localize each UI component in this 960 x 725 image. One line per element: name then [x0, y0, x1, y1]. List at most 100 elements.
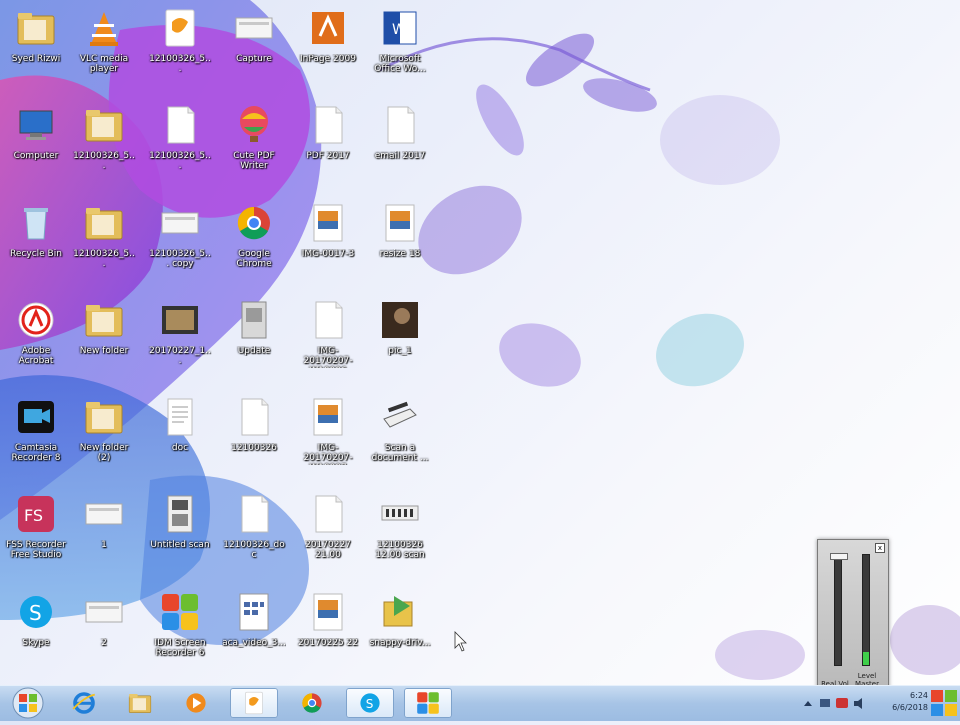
desktop-icon-label: Syed Rizwi: [11, 54, 61, 64]
desktop-icon-label: PDF 2017: [306, 151, 350, 161]
skype-icon: S: [20, 596, 52, 628]
desktop-icon[interactable]: Adobe Acrobat: [4, 296, 68, 380]
left-volume-thumb[interactable]: [830, 553, 848, 560]
ie-icon: [72, 692, 96, 714]
image-file-icon: [313, 593, 343, 631]
document-icon: [315, 301, 343, 339]
desktop-icon[interactable]: email 2017: [368, 101, 432, 185]
svg-text:S: S: [29, 601, 42, 625]
microsoft-logo-icon: [931, 690, 957, 716]
desktop-icon-label: 12100326 12.00 scan: [375, 540, 425, 560]
desktop-icon[interactable]: IDM Screen Recorder 6: [148, 588, 212, 672]
document-icon: [241, 495, 269, 533]
document-icon: [315, 106, 343, 144]
desktop-icon[interactable]: doc: [148, 393, 212, 477]
image-file-icon: [85, 601, 123, 623]
desktop-icon[interactable]: Capture: [222, 4, 286, 88]
desktop-icon-label: 2: [101, 638, 107, 648]
desktop-icon[interactable]: snappy-driv...: [368, 588, 432, 672]
desktop-icon[interactable]: Scan a document ...: [368, 393, 432, 477]
vlc-cone-icon: [90, 12, 118, 46]
desktop-icon[interactable]: Camtasia Recorder 8: [4, 393, 68, 477]
desktop-icon-label: 20170227_1...: [149, 346, 211, 366]
desktop-icon[interactable]: FS FSS Recorder Free Studio: [4, 490, 68, 574]
desktop-icon-label: pic_1: [388, 346, 412, 356]
desktop-icon[interactable]: Untitled scan: [148, 490, 212, 574]
desktop-icon[interactable]: 1: [72, 490, 136, 574]
desktop-icon[interactable]: 12100326_doc: [222, 490, 286, 574]
right-volume-slider[interactable]: [862, 554, 870, 666]
desktop-icon[interactable]: 12100326_5...: [148, 101, 212, 185]
clock-time: 6:24: [910, 691, 928, 700]
balloon-icon: [240, 106, 268, 142]
desktop-icon[interactable]: 12100326_5...: [72, 101, 136, 185]
desktop-icon-label: VLC media player: [79, 54, 129, 74]
desktop-icon[interactable]: 20170225 22: [296, 588, 360, 672]
desktop-icon-label: 12100326_5...: [149, 151, 211, 171]
desktop-icon-label: Skype: [22, 638, 50, 648]
desktop-icon[interactable]: 20170227 21.00: [296, 490, 360, 574]
desktop-icon-label: Scan a document ...: [371, 443, 429, 463]
folder-icon: [85, 110, 123, 142]
desktop-icon[interactable]: New folder (2): [72, 393, 136, 477]
desktop-icon[interactable]: Google Chrome: [222, 199, 286, 283]
desktop-icon[interactable]: Syed Rizwi: [4, 4, 68, 88]
desktop-icon-label: Cute PDF Writer: [233, 151, 275, 171]
desktop-icon[interactable]: Cute PDF Writer: [222, 101, 286, 185]
svg-text:S: S: [366, 697, 374, 711]
desktop-icon[interactable]: 12100326: [222, 393, 286, 477]
chrome-icon: [302, 693, 322, 713]
taskbar-button-zip-app[interactable]: [230, 688, 278, 718]
desktop-icon[interactable]: aca_video_3...: [222, 588, 286, 672]
desktop-icon-label: resize 18: [379, 249, 421, 259]
computer-icon: [19, 110, 53, 140]
tray-icons[interactable]: [800, 696, 870, 712]
taskbar: S 6:24 6/6/2018: [0, 685, 960, 721]
fs-app-icon: FS: [18, 496, 54, 532]
word-document-icon: W: [383, 11, 417, 45]
desktop-icon[interactable]: VLC media player: [72, 4, 136, 88]
desktop-icon[interactable]: IMG-0017-3: [296, 199, 360, 283]
desktop-icon[interactable]: Update: [222, 296, 286, 380]
document-icon: [315, 495, 343, 533]
start-button[interactable]: [6, 686, 50, 721]
idm-icon: [162, 594, 198, 630]
taskbar-clock[interactable]: 6:24 6/6/2018: [882, 690, 928, 714]
desktop-icon[interactable]: InPage 2009: [296, 4, 360, 88]
image-file-icon: [313, 398, 343, 436]
photo-icon: [162, 306, 198, 334]
system-tray: 6:24 6/6/2018: [780, 686, 960, 721]
desktop-icon[interactable]: resize 18: [368, 199, 432, 283]
taskbar-button-skype[interactable]: S: [346, 688, 394, 718]
taskbar-button-internet-explorer[interactable]: [60, 688, 108, 718]
desktop-icon[interactable]: 12100326_5...: [72, 199, 136, 283]
taskbar-button-media-player[interactable]: [172, 688, 220, 718]
desktop-icon[interactable]: IMG-20170207-WA0006: [296, 296, 360, 380]
desktop-icon[interactable]: New folder: [72, 296, 136, 380]
taskbar-button-idm[interactable]: [404, 688, 452, 718]
desktop-icon-label: 12100326_doc: [223, 540, 285, 560]
desktop-icon[interactable]: Recycle Bin: [4, 199, 68, 283]
desktop-icon[interactable]: PDF 2017: [296, 101, 360, 185]
desktop-icon-label: Update: [237, 346, 271, 356]
document-icon: [387, 106, 415, 144]
taskbar-button-file-explorer[interactable]: [116, 688, 164, 718]
desktop-icon-label: 12100326: [231, 443, 277, 453]
mixer-close-button[interactable]: x: [875, 543, 885, 553]
folder-icon: [85, 208, 123, 240]
desktop-icon[interactable]: 12100326 12.00 scan: [368, 490, 432, 574]
desktop-icon[interactable]: Computer: [4, 101, 68, 185]
desktop-icon[interactable]: IMG-20170207-WA0007: [296, 393, 360, 477]
scanner-icon: [383, 401, 417, 428]
zip-icon: [245, 691, 263, 715]
taskbar-button-chrome[interactable]: [288, 688, 336, 718]
desktop-icon[interactable]: 2: [72, 588, 136, 672]
left-volume-slider[interactable]: [830, 553, 848, 666]
desktop-icon[interactable]: pic_1: [368, 296, 432, 380]
desktop-icon[interactable]: 12100326_5... copy: [148, 199, 212, 283]
desktop-icon[interactable]: S Skype: [4, 588, 68, 672]
desktop-icon[interactable]: W Microsoft Office Wo...: [368, 4, 432, 88]
desktop-icon-label: 12100326_5...: [73, 151, 135, 171]
desktop-icon[interactable]: 20170227_1...: [148, 296, 212, 380]
desktop-icon[interactable]: 12100326_5...: [148, 4, 212, 88]
